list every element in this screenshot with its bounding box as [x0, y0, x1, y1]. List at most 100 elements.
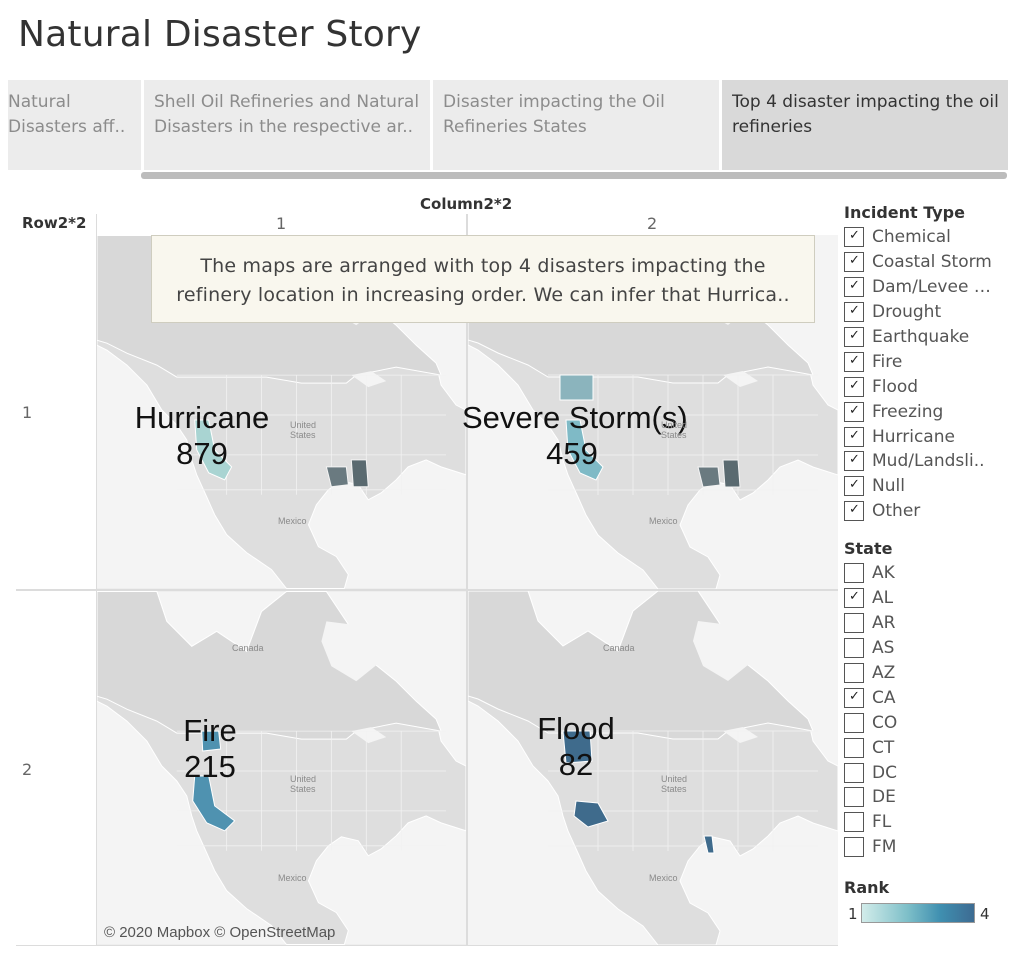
- checkbox[interactable]: [844, 787, 864, 808]
- state-washington: [559, 374, 594, 401]
- state-option[interactable]: FL: [844, 810, 992, 835]
- incident-type-option[interactable]: Fire: [844, 349, 992, 374]
- incident-type-option[interactable]: Chemical: [844, 225, 992, 250]
- disaster-count: 879: [176, 436, 228, 471]
- incident-type-option[interactable]: Freezing: [844, 399, 992, 424]
- state-alabama: [350, 459, 369, 488]
- checkbox[interactable]: [844, 638, 864, 659]
- row-title: Row2*2: [22, 214, 87, 232]
- story-tab-3-line1: Disaster impacting the Oil: [443, 92, 665, 112]
- map-attribution[interactable]: © 2020 Mapbox © OpenStreetMap: [104, 924, 335, 941]
- checkbox[interactable]: [844, 252, 864, 273]
- state-alabama: [722, 459, 741, 488]
- story-tab-1[interactable]: Natural Disasters aff..: [8, 80, 141, 170]
- checkbox[interactable]: [844, 588, 864, 609]
- checkbox[interactable]: [844, 762, 864, 783]
- map-flood[interactable]: [468, 591, 838, 945]
- incident-type-option[interactable]: Null: [844, 474, 992, 499]
- checkbox[interactable]: [844, 302, 864, 323]
- disaster-name: Flood: [537, 711, 615, 746]
- incident-type-option[interactable]: Hurricane: [844, 424, 992, 449]
- incident-type-option-label: Coastal Storm: [872, 252, 992, 273]
- checkbox[interactable]: [844, 737, 864, 758]
- map-label-united-states: United States: [661, 774, 688, 794]
- column-header-1: 1: [276, 214, 287, 233]
- checkbox[interactable]: [844, 687, 864, 708]
- map-flood-label: Flood 82: [526, 711, 626, 783]
- incident-type-option[interactable]: Dam/Levee B..: [844, 275, 992, 300]
- incident-type-option-label: Null: [872, 476, 905, 497]
- legend-min-label: 1: [848, 905, 858, 923]
- checkbox[interactable]: [844, 426, 864, 447]
- state-option[interactable]: AZ: [844, 661, 992, 686]
- checkbox[interactable]: [844, 837, 864, 858]
- disaster-name: Hurricane: [134, 400, 270, 435]
- north-america-map[interactable]: [468, 591, 838, 945]
- story-tab-2-line1: Shell Oil Refineries and Natural: [154, 92, 420, 112]
- checkbox[interactable]: [844, 401, 864, 422]
- incident-type-option[interactable]: Drought: [844, 300, 992, 325]
- map-severe-storm-label: Severe Storm(s) 459: [462, 400, 688, 472]
- state-option[interactable]: CT: [844, 735, 992, 760]
- incident-type-option-label: Hurricane: [872, 426, 955, 447]
- story-tab-3[interactable]: Disaster impacting the Oil Refineries St…: [433, 80, 719, 170]
- map-label-mexico: Mexico: [649, 516, 678, 526]
- state-option[interactable]: DC: [844, 760, 992, 785]
- map-fire[interactable]: [97, 591, 466, 945]
- disaster-count: 459: [546, 436, 598, 471]
- map-label-united-states: United States: [290, 420, 317, 440]
- story-tab-4-line1: Top 4 disaster impacting the oil: [732, 92, 999, 112]
- incident-type-option[interactable]: Flood: [844, 374, 992, 399]
- map-label-canada: Canada: [603, 643, 635, 653]
- map-label-mexico: Mexico: [278, 873, 307, 883]
- incident-type-filter: Chemical Coastal Storm Dam/Levee B.. Drough…: [844, 225, 992, 524]
- checkbox[interactable]: [844, 376, 864, 397]
- checkbox[interactable]: [844, 563, 864, 584]
- incident-type-option[interactable]: Mud/Landsli..: [844, 449, 992, 474]
- checkbox[interactable]: [844, 613, 864, 634]
- state-option[interactable]: AL: [844, 586, 992, 611]
- story-tab-2-line2: Disasters in the respective ar..: [154, 117, 414, 137]
- checkbox[interactable]: [844, 476, 864, 497]
- checkbox[interactable]: [844, 451, 864, 472]
- checkbox[interactable]: [844, 663, 864, 683]
- rank-color-legend: [861, 903, 975, 923]
- checkbox[interactable]: [844, 351, 864, 372]
- incident-type-option[interactable]: Other: [844, 499, 992, 524]
- rank-legend-title: Rank: [844, 878, 890, 897]
- checkbox[interactable]: [844, 227, 864, 248]
- checkbox[interactable]: [844, 277, 864, 298]
- incident-type-option-label: Fire: [872, 351, 903, 372]
- state-option[interactable]: AR: [844, 611, 992, 636]
- state-option-label: AZ: [872, 663, 896, 683]
- state-option[interactable]: CO: [844, 710, 992, 735]
- story-tab-2[interactable]: Shell Oil Refineries and Natural Disaste…: [144, 80, 430, 170]
- checkbox[interactable]: [844, 812, 864, 833]
- state-option[interactable]: CA: [844, 685, 992, 710]
- checkbox[interactable]: [844, 501, 864, 522]
- checkbox[interactable]: [844, 327, 864, 347]
- state-filter-title: State: [844, 539, 893, 558]
- row-header-2: 2: [22, 760, 33, 779]
- state-option[interactable]: FM: [844, 835, 992, 860]
- map-label-canada: Canada: [232, 643, 264, 653]
- incident-type-option-label: Chemical: [872, 227, 951, 248]
- state-option[interactable]: AK: [844, 561, 992, 586]
- north-america-map[interactable]: [97, 591, 466, 945]
- incident-type-option[interactable]: Coastal Storm: [844, 250, 992, 275]
- story-caption[interactable]: The maps are arranged with top 4 disaste…: [151, 235, 815, 323]
- incident-type-option-label: Mud/Landsli..: [872, 451, 985, 472]
- map-label-mexico: Mexico: [278, 516, 307, 526]
- state-option[interactable]: DE: [844, 785, 992, 810]
- incident-type-option-label: Flood: [872, 376, 919, 397]
- disaster-count: 215: [184, 749, 236, 784]
- map-label-mexico: Mexico: [649, 873, 678, 883]
- checkbox[interactable]: [844, 712, 864, 733]
- incident-type-option-label: Dam/Levee B..: [872, 277, 992, 298]
- story-tab-4[interactable]: Top 4 disaster impacting the oil refiner…: [722, 80, 1008, 170]
- incident-type-filter-title: Incident Type: [844, 203, 965, 222]
- state-option-label: FM: [872, 837, 897, 858]
- incident-type-option[interactable]: Earthquake: [844, 325, 992, 350]
- state-option-label: AL: [872, 588, 894, 609]
- state-option[interactable]: AS: [844, 636, 992, 661]
